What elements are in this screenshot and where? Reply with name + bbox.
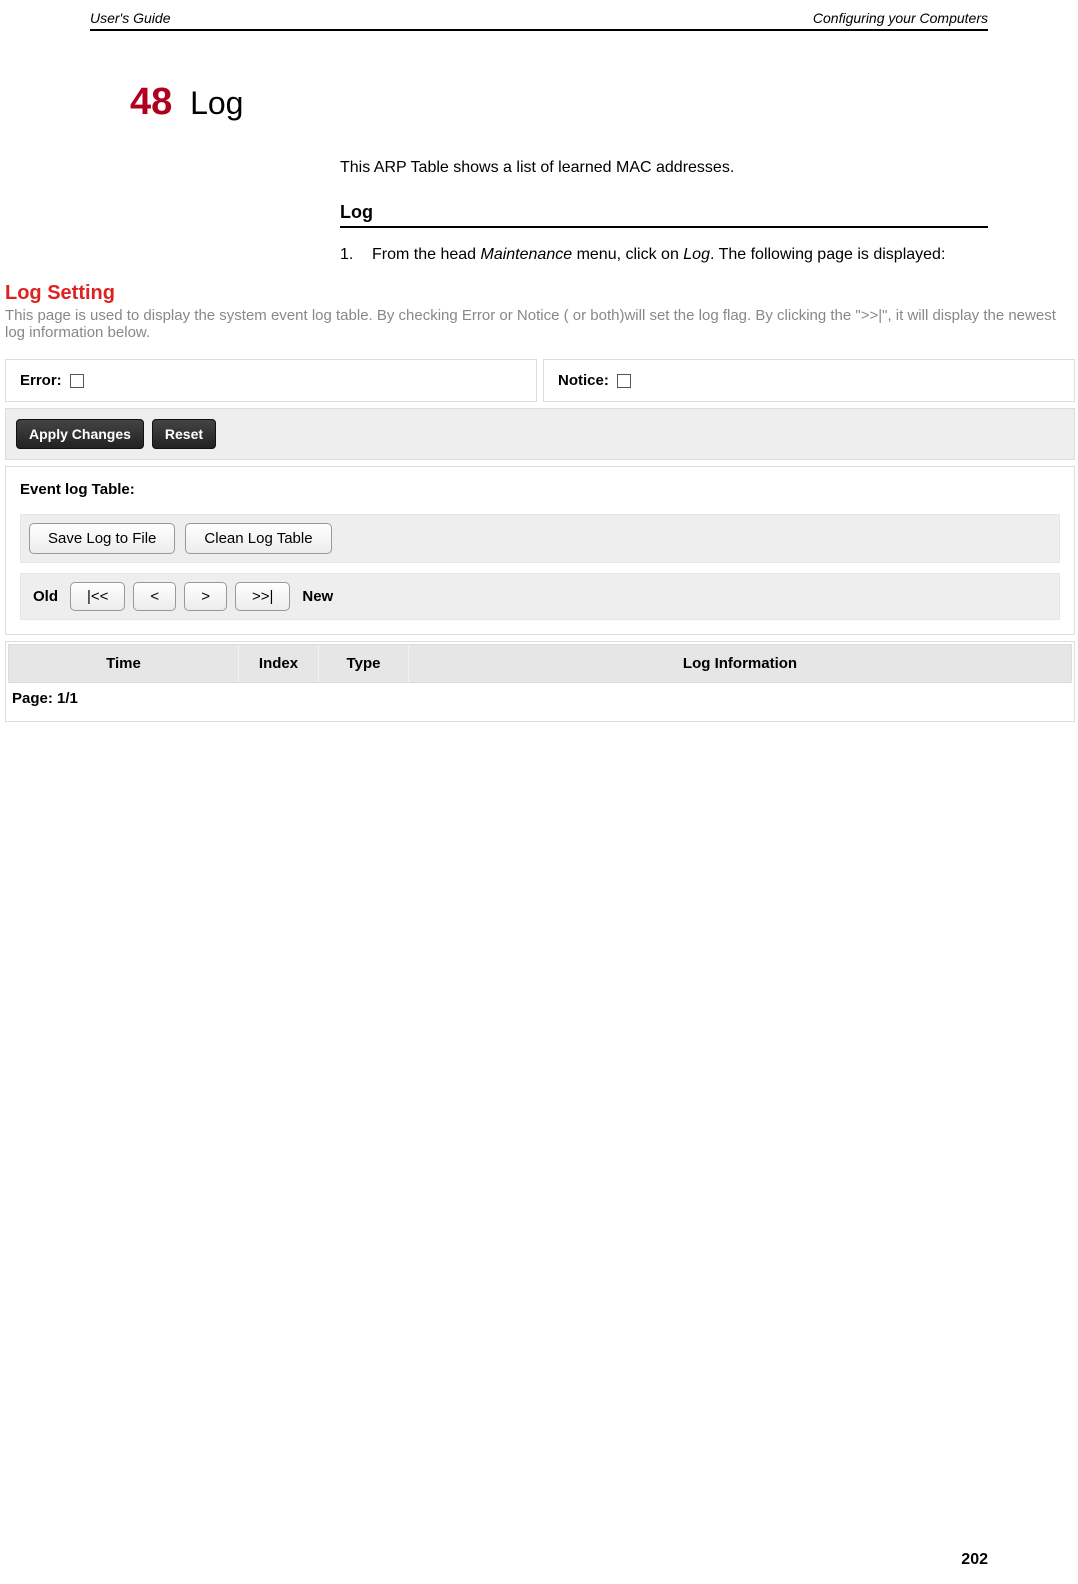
log-setting-description: This page is used to display the system … xyxy=(5,307,1075,341)
header-divider xyxy=(90,29,988,31)
col-index-header: Index xyxy=(239,645,319,682)
button-bar: Apply Changes Reset xyxy=(5,408,1075,460)
col-type-header: Type xyxy=(319,645,409,682)
prev-page-button[interactable]: < xyxy=(133,582,176,611)
section-title: Log xyxy=(340,202,988,228)
error-checkbox-row: Error: xyxy=(5,359,537,402)
table-header-row: Time Index Type Log Information xyxy=(8,644,1072,683)
notice-checkbox-row: Notice: xyxy=(543,359,1075,402)
event-log-buttons: Save Log to File Clean Log Table xyxy=(20,514,1060,563)
header-right: Configuring your Computers xyxy=(813,10,988,26)
header-left: User's Guide xyxy=(90,10,170,26)
notice-checkbox-icon[interactable] xyxy=(617,374,631,388)
log-table: Time Index Type Log Information Page: 1/… xyxy=(5,641,1075,722)
chapter-name: Log xyxy=(190,85,243,121)
screenshot-panel: Log Setting This page is used to display… xyxy=(5,282,1075,722)
step-1: 1. From the head Maintenance menu, click… xyxy=(340,246,988,264)
apply-changes-button[interactable]: Apply Changes xyxy=(16,419,144,449)
error-checkbox-icon[interactable] xyxy=(70,374,84,388)
first-page-button[interactable]: |<< xyxy=(70,582,125,611)
clean-log-button[interactable]: Clean Log Table xyxy=(185,523,331,554)
pagination-row: Old |<< < > >>| New xyxy=(20,573,1060,620)
new-label: New xyxy=(302,588,333,605)
next-page-button[interactable]: > xyxy=(184,582,227,611)
chapter-number: 48 xyxy=(130,81,172,123)
old-label: Old xyxy=(33,588,58,605)
page-indicator: Page: 1/1 xyxy=(8,685,1072,721)
save-log-button[interactable]: Save Log to File xyxy=(29,523,175,554)
col-time-header: Time xyxy=(9,645,239,682)
chapter-title: 48 Log xyxy=(130,81,1078,124)
intro-text: This ARP Table shows a list of learned M… xyxy=(340,159,988,177)
reset-button[interactable]: Reset xyxy=(152,419,216,449)
step-text: From the head Maintenance menu, click on… xyxy=(372,246,945,264)
event-log-panel: Event log Table: Save Log to File Clean … xyxy=(5,466,1075,635)
notice-label: Notice: xyxy=(558,372,609,389)
last-page-button[interactable]: >>| xyxy=(235,582,290,611)
page-number: 202 xyxy=(961,1551,988,1569)
log-setting-title: Log Setting xyxy=(5,282,1075,305)
event-log-title: Event log Table: xyxy=(20,481,1060,498)
col-info-header: Log Information xyxy=(409,645,1071,682)
step-number: 1. xyxy=(340,246,372,264)
error-label: Error: xyxy=(20,372,62,389)
